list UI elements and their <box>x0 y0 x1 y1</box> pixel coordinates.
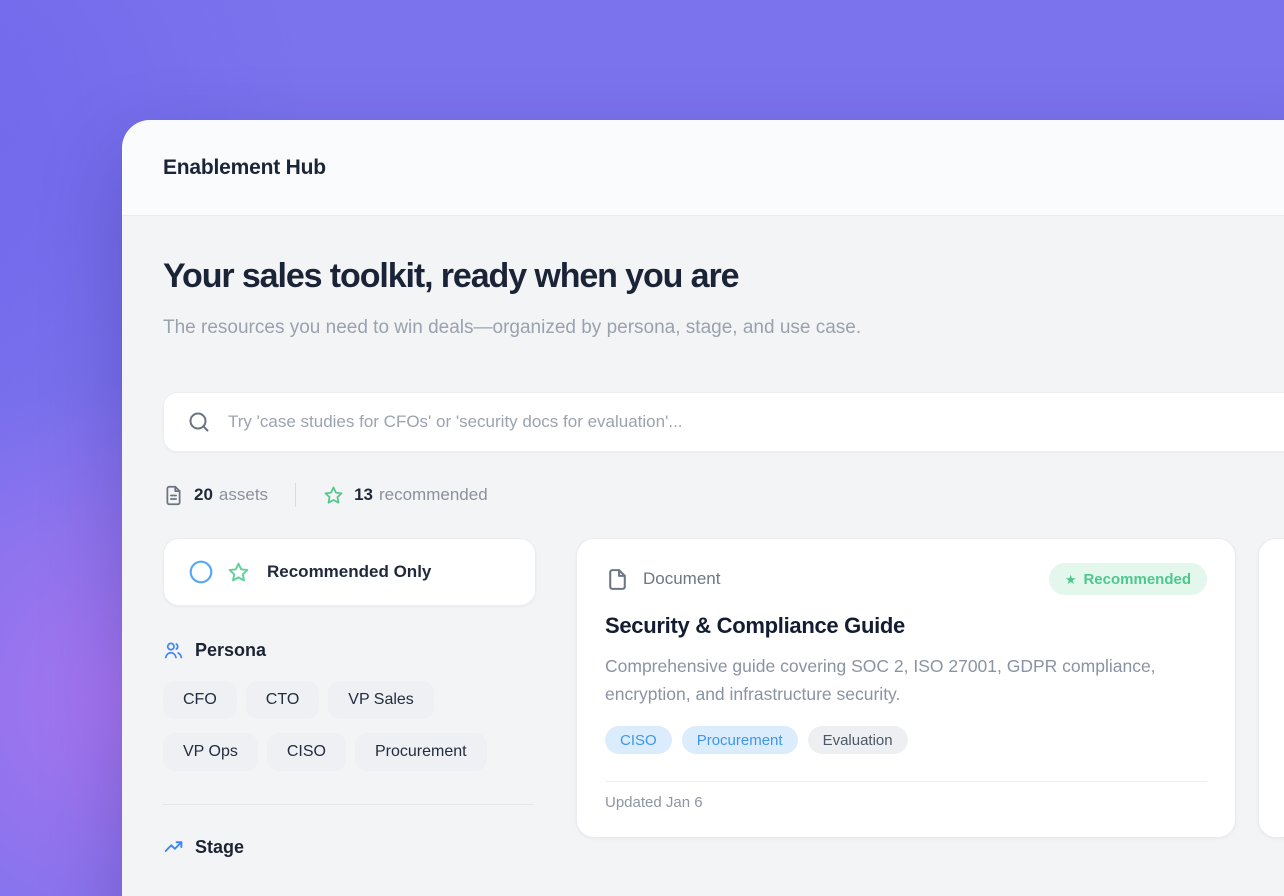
asset-card-grid: Document ★ Recommended Security & Compli… <box>576 538 1284 838</box>
star-filled-icon: ★ <box>1065 573 1077 586</box>
persona-chip-cfo[interactable]: CFO <box>163 681 237 719</box>
recommended-count: 13 <box>354 485 373 505</box>
asset-card-partial[interactable] <box>1258 538 1284 838</box>
persona-chip-vp-sales[interactable]: VP Sales <box>328 681 434 719</box>
assets-count: 20 <box>194 485 213 505</box>
asset-card[interactable]: Document ★ Recommended Security & Compli… <box>576 538 1236 838</box>
persona-chip-list: CFO CTO VP Sales VP Ops CISO Procurement <box>163 681 536 771</box>
persona-section-label: Persona <box>195 640 266 661</box>
persona-chip-procurement[interactable]: Procurement <box>355 733 487 771</box>
star-outline-icon <box>323 485 344 506</box>
stats-divider <box>295 483 296 507</box>
recommended-badge: ★ Recommended <box>1049 563 1207 595</box>
asset-updated-date: Updated Jan 6 <box>605 794 1207 811</box>
recommended-only-label: Recommended Only <box>267 562 431 582</box>
app-header: Enablement Hub <box>122 120 1284 216</box>
tag-procurement: Procurement <box>682 726 798 754</box>
persona-chip-cto[interactable]: CTO <box>246 681 319 719</box>
filter-sidebar: Recommended Only Persona CFO CTO VP Sale… <box>163 538 536 858</box>
recommended-badge-label: Recommended <box>1083 571 1191 588</box>
tag-ciso: CISO <box>605 726 672 754</box>
page-title: Your sales toolkit, ready when you are <box>163 258 1284 295</box>
recommended-label: recommended <box>379 485 488 505</box>
asset-type-label: Document <box>643 569 720 589</box>
stage-section-label: Stage <box>195 837 244 858</box>
asset-description: Comprehensive guide covering SOC 2, ISO … <box>605 652 1175 708</box>
asset-tag-list: CISO Procurement Evaluation <box>605 726 1207 754</box>
trending-up-icon <box>163 837 184 858</box>
tag-evaluation: Evaluation <box>808 726 908 754</box>
page-subtitle: The resources you need to win deals—orga… <box>163 311 983 344</box>
file-text-icon <box>163 485 184 506</box>
sidebar-divider <box>163 804 534 805</box>
persona-chip-ciso[interactable]: CISO <box>267 733 346 771</box>
search-input[interactable] <box>228 412 1128 432</box>
enablement-hub-window: Enablement Hub Your sales toolkit, ready… <box>122 120 1284 896</box>
radio-circle-icon <box>188 559 214 585</box>
persona-section-header: Persona <box>163 640 536 661</box>
results-summary: 20 assets 13 recommended <box>163 483 1284 507</box>
users-icon <box>163 640 184 661</box>
card-divider <box>605 781 1207 782</box>
star-outline-icon <box>227 561 250 584</box>
recommended-only-toggle[interactable]: Recommended Only <box>163 538 536 606</box>
app-title: Enablement Hub <box>163 156 326 180</box>
search-bar[interactable] <box>163 392 1284 452</box>
document-icon <box>605 567 630 592</box>
assets-label: assets <box>219 485 268 505</box>
persona-chip-vp-ops[interactable]: VP Ops <box>163 733 258 771</box>
main-content: Your sales toolkit, ready when you are T… <box>122 258 1284 858</box>
stage-section-header: Stage <box>163 837 536 858</box>
asset-title: Security & Compliance Guide <box>605 613 1207 639</box>
search-icon <box>187 410 211 434</box>
